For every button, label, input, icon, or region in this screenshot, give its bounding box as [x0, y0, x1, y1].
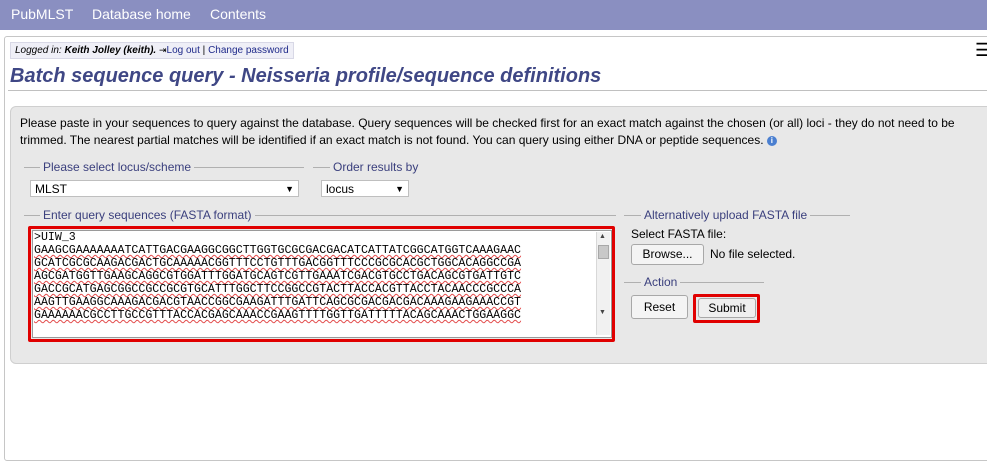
- logout-link[interactable]: Log out: [167, 45, 200, 56]
- scroll-down-icon[interactable]: ▼: [599, 309, 606, 316]
- menu-icon[interactable]: ☰: [975, 40, 987, 61]
- order-results-value: locus: [326, 182, 355, 196]
- nav-link-pubmlst[interactable]: PubMLST: [11, 6, 73, 22]
- logged-in-user: Keith Jolley (keith).: [64, 45, 157, 56]
- query-sequences-legend: Enter query sequences (FASTA format): [40, 208, 255, 222]
- sequence-line: GACCGCATGAGCGGCCGCCGCGTGCATTTGGCTTCCGGCC…: [34, 283, 522, 296]
- title-divider: [8, 90, 987, 91]
- chevron-down-icon: ▼: [395, 184, 404, 194]
- action-legend: Action: [641, 275, 681, 289]
- sequence-line: GAAAAAACGCCTTGCCGTTTACCACGAGCAAACCGAAGTT…: [34, 309, 522, 322]
- sequence-line: GCATCGCGCAAGACGACTGCAAAAACGGTTTCCTGTTTGA…: [34, 257, 522, 270]
- locus-scheme-value: MLST: [35, 182, 68, 196]
- scroll-up-icon[interactable]: ▲: [599, 233, 606, 240]
- order-results-select[interactable]: locus ▼: [321, 180, 409, 197]
- login-prefix: Logged in:: [15, 45, 62, 56]
- locus-scheme-legend: Please select locus/scheme: [40, 160, 195, 174]
- locus-scheme-select[interactable]: MLST ▼: [30, 180, 299, 197]
- login-status-bar: Logged in: Keith Jolley (keith). ⇥Log ou…: [10, 42, 294, 59]
- login-separator: |: [202, 45, 206, 56]
- browse-button[interactable]: Browse...: [631, 244, 704, 265]
- info-icon[interactable]: i: [766, 135, 777, 146]
- nav-link-contents[interactable]: Contents: [210, 6, 266, 22]
- sequence-line: GAAGCGAAAAAAATCATTGACGAAGGCGGCTTGGTGCGCG…: [34, 244, 522, 257]
- select-fasta-label: Select FASTA file:: [631, 227, 727, 241]
- sequence-line: >UIW_3: [34, 231, 76, 244]
- chevron-down-icon: ▼: [285, 184, 294, 194]
- top-nav-bar: PubMLST Database home Contents: [0, 0, 987, 30]
- scrollbar-thumb[interactable]: [598, 245, 609, 259]
- intro-text: Please paste in your sequences to query …: [20, 115, 982, 149]
- logout-icon[interactable]: ⇥: [159, 45, 167, 55]
- reset-button[interactable]: Reset: [631, 295, 688, 319]
- page-title: Batch sequence query - Neisseria profile…: [10, 65, 602, 87]
- query-sequences-textarea[interactable]: >UIW_3 GAAGCGAAAAAAATCATTGACGAAGGCGGCTTG…: [32, 230, 612, 338]
- change-password-link[interactable]: Change password: [208, 45, 289, 56]
- textarea-scrollbar[interactable]: ▲ ▼: [596, 232, 610, 335]
- nav-link-database-home[interactable]: Database home: [92, 6, 191, 22]
- sequence-line: AGCGATGGTTGAAGCAGGCGTGGATTTGGATGCAGTCGTT…: [34, 270, 522, 283]
- submit-button[interactable]: Submit: [698, 298, 756, 318]
- intro-paragraph: Please paste in your sequences to query …: [20, 116, 955, 147]
- sequence-line: AAGTTGAAGGCAAAGACGACGTAACCGGCGAAGATTTGAT…: [34, 296, 522, 309]
- order-results-legend: Order results by: [330, 160, 422, 174]
- upload-legend: Alternatively upload FASTA file: [641, 208, 811, 222]
- file-status-text: No file selected.: [710, 247, 796, 261]
